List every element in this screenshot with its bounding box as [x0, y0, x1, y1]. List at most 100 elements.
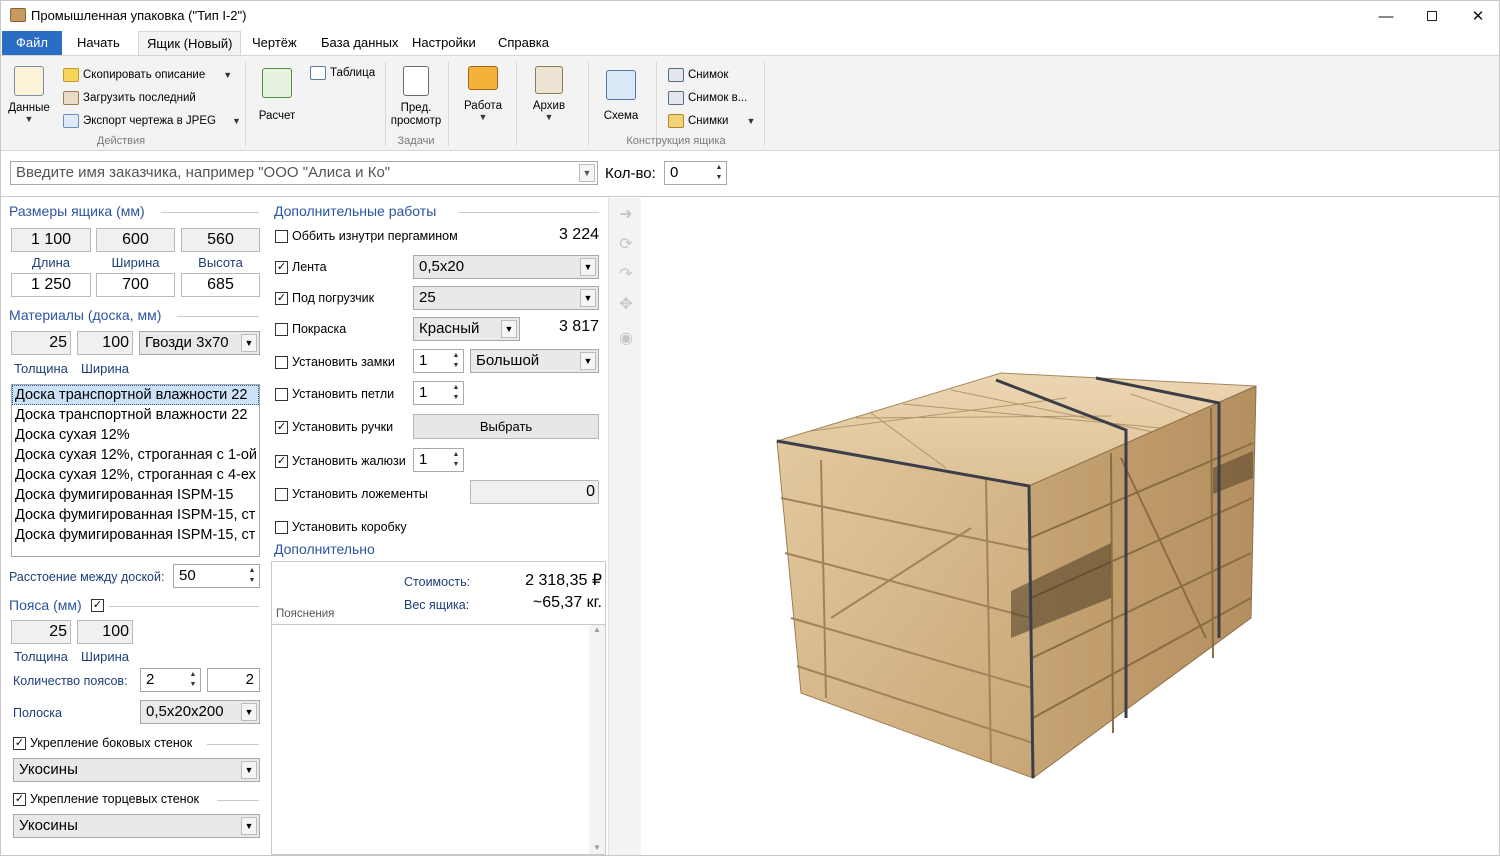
- copy-icon: [63, 68, 79, 82]
- redo-icon[interactable]: ↷: [617, 264, 635, 283]
- tab-drawing[interactable]: Чертёж: [239, 31, 310, 55]
- customer-name-input[interactable]: Введите имя заказчика, например "ООО "Ал…: [10, 161, 598, 185]
- board-type-list[interactable]: Доска транспортной влажности 22 Доска тр…: [11, 384, 260, 557]
- distance-stepper[interactable]: 50 ▲ ▼: [173, 564, 260, 588]
- notes-textarea[interactable]: ▲ ▼: [272, 624, 605, 854]
- loops-checkbox[interactable]: Установить петли: [275, 387, 394, 401]
- spin-arrows-icon[interactable]: ▲ ▼: [450, 450, 462, 470]
- side-walls-select[interactable]: Укосины ▼: [13, 758, 260, 782]
- snapshots-button[interactable]: Снимки ▼: [668, 114, 755, 128]
- move-icon[interactable]: ✥: [617, 294, 635, 313]
- tape-select[interactable]: 0,5х20 ▼: [413, 255, 599, 279]
- belts-checkbox[interactable]: ✓: [91, 599, 104, 612]
- handles-checkbox[interactable]: ✓ Установить ручки: [275, 420, 393, 434]
- data-button[interactable]: Данные ▼: [7, 64, 51, 134]
- snapshot-button[interactable]: Снимок: [668, 68, 728, 82]
- loops-count-stepper[interactable]: 1 ▲ ▼: [413, 381, 464, 405]
- forklift-checkbox[interactable]: ✓ Под погрузчик: [275, 291, 374, 305]
- locks-count-stepper[interactable]: 1 ▲ ▼: [413, 349, 464, 373]
- side-walls-checkbox[interactable]: ✓ Укрепление боковых стенок: [13, 736, 192, 750]
- list-item[interactable]: Доска транспортной влажности 22: [12, 405, 259, 425]
- arrow-right-icon[interactable]: ➜: [617, 204, 635, 223]
- work-button[interactable]: Работа ▼: [457, 66, 509, 122]
- outer-width-field[interactable]: 700: [96, 273, 175, 297]
- lodgements-field[interactable]: 0: [470, 480, 599, 504]
- list-item[interactable]: Доска сухая 12%, строганная с 1-ой: [12, 445, 259, 465]
- tab-settings[interactable]: Настройки: [399, 31, 489, 55]
- chevron-down-icon[interactable]: ▼: [241, 703, 257, 721]
- chevron-down-icon[interactable]: ▼: [241, 761, 257, 779]
- inner-height-field[interactable]: 560: [181, 228, 260, 252]
- list-item[interactable]: Доска транспортной влажности 22: [12, 385, 259, 405]
- blinds-count-stepper[interactable]: 1 ▲ ▼: [413, 448, 464, 472]
- rotate-icon[interactable]: ⟳: [617, 234, 635, 253]
- nails-select[interactable]: Гвозди 3х70 ▼: [139, 331, 260, 355]
- spin-arrows-icon[interactable]: ▲ ▼: [187, 670, 199, 690]
- tab-file[interactable]: Файл: [2, 31, 62, 55]
- list-item[interactable]: Доска фумигированная ISPM-15, ст: [12, 505, 259, 525]
- minimize-button[interactable]: —: [1363, 1, 1409, 31]
- outer-length-field[interactable]: 1 250: [11, 273, 91, 297]
- chevron-down-icon[interactable]: ▼: [241, 817, 257, 835]
- belt-count-secondary-field[interactable]: 2: [207, 668, 260, 692]
- copy-description-button[interactable]: Скопировать описание ▼: [63, 68, 232, 82]
- qty-stepper[interactable]: 0 ▲ ▼: [664, 161, 727, 185]
- list-item[interactable]: Доска сухая 12%: [12, 425, 259, 445]
- tab-box-new[interactable]: Ящик (Новый): [138, 31, 242, 55]
- board-width-field[interactable]: 100: [77, 331, 133, 355]
- tape-checkbox[interactable]: ✓ Лента: [275, 260, 327, 274]
- spin-arrows-icon[interactable]: ▲ ▼: [713, 163, 725, 183]
- forklift-select[interactable]: 25 ▼: [413, 286, 599, 310]
- inner-width-field[interactable]: 600: [96, 228, 175, 252]
- carton-checkbox[interactable]: Установить коробку: [275, 520, 407, 534]
- spin-arrows-icon[interactable]: ▲ ▼: [450, 351, 462, 371]
- export-jpeg-button[interactable]: Экспорт чертежа в JPEG ▼: [63, 114, 241, 128]
- spin-arrows-icon[interactable]: ▲ ▼: [450, 383, 462, 403]
- load-last-button[interactable]: Загрузить последний: [63, 91, 196, 105]
- close-button[interactable]: ✕: [1455, 1, 1499, 31]
- belt-width-field[interactable]: 100: [77, 620, 133, 644]
- maximize-button[interactable]: [1409, 1, 1455, 31]
- table-button[interactable]: Таблица: [310, 66, 375, 80]
- tab-help[interactable]: Справка: [485, 31, 562, 55]
- inner-length-field[interactable]: 1 100: [11, 228, 91, 252]
- notes-scrollbar[interactable]: ▲ ▼: [589, 625, 605, 854]
- crate-3d-view[interactable]: [641, 198, 1499, 855]
- archive-button[interactable]: Архив ▼: [525, 66, 573, 122]
- tab-start[interactable]: Начать: [64, 31, 133, 55]
- strip-select[interactable]: 0,5х20х200 ▼: [140, 700, 260, 724]
- blinds-checkbox[interactable]: ✓ Установить жалюзи: [275, 454, 406, 468]
- checkbox-icon: [275, 387, 288, 401]
- preview-button[interactable]: Пред. просмотр: [389, 66, 443, 128]
- locks-checkbox[interactable]: Установить замки: [275, 355, 395, 369]
- chevron-down-icon[interactable]: ▼: [580, 258, 596, 276]
- snapshot-to-button[interactable]: Снимок в...: [668, 91, 747, 105]
- locks-size-select[interactable]: Большой ▼: [470, 349, 599, 373]
- belt-count-stepper[interactable]: 2 ▲ ▼: [140, 668, 201, 692]
- belt-thickness-field[interactable]: 25: [11, 620, 71, 644]
- camera-icon[interactable]: ◉: [617, 328, 635, 347]
- chevron-down-icon[interactable]: ▼: [241, 334, 257, 352]
- outer-height-field[interactable]: 685: [181, 273, 260, 297]
- length-label: Длина: [31, 255, 71, 270]
- choose-handles-button[interactable]: Выбрать: [413, 414, 599, 439]
- paint-color-select[interactable]: Красный ▼: [413, 317, 520, 341]
- chevron-down-icon[interactable]: ▼: [501, 320, 517, 338]
- chevron-down-icon[interactable]: ▼: [580, 289, 596, 307]
- parchment-checkbox[interactable]: Оббить изнутри пергамином: [275, 229, 458, 243]
- calc-button[interactable]: Расчет: [253, 68, 301, 122]
- list-item[interactable]: Доска сухая 12%, строганная с 4-ех: [12, 465, 259, 485]
- lodgements-checkbox[interactable]: Установить ложементы: [275, 487, 428, 501]
- spin-arrows-icon[interactable]: ▲ ▼: [246, 566, 258, 586]
- scheme-button[interactable]: Схема: [597, 70, 645, 122]
- end-walls-select[interactable]: Укосины ▼: [13, 814, 260, 838]
- paint-checkbox[interactable]: Покраска: [275, 322, 346, 336]
- end-walls-checkbox[interactable]: ✓ Укрепление торцевых стенок: [13, 792, 199, 806]
- list-item[interactable]: Доска фумигированная ISPM-15, ст: [12, 525, 259, 545]
- list-item[interactable]: Доска фумигированная ISPM-15: [12, 485, 259, 505]
- ribbon-separator: [448, 62, 449, 146]
- chevron-down-icon[interactable]: ▼: [579, 164, 595, 182]
- chevron-down-icon[interactable]: ▼: [580, 352, 596, 370]
- board-thickness-field[interactable]: 25: [11, 331, 71, 355]
- tab-database[interactable]: База данных: [308, 31, 411, 55]
